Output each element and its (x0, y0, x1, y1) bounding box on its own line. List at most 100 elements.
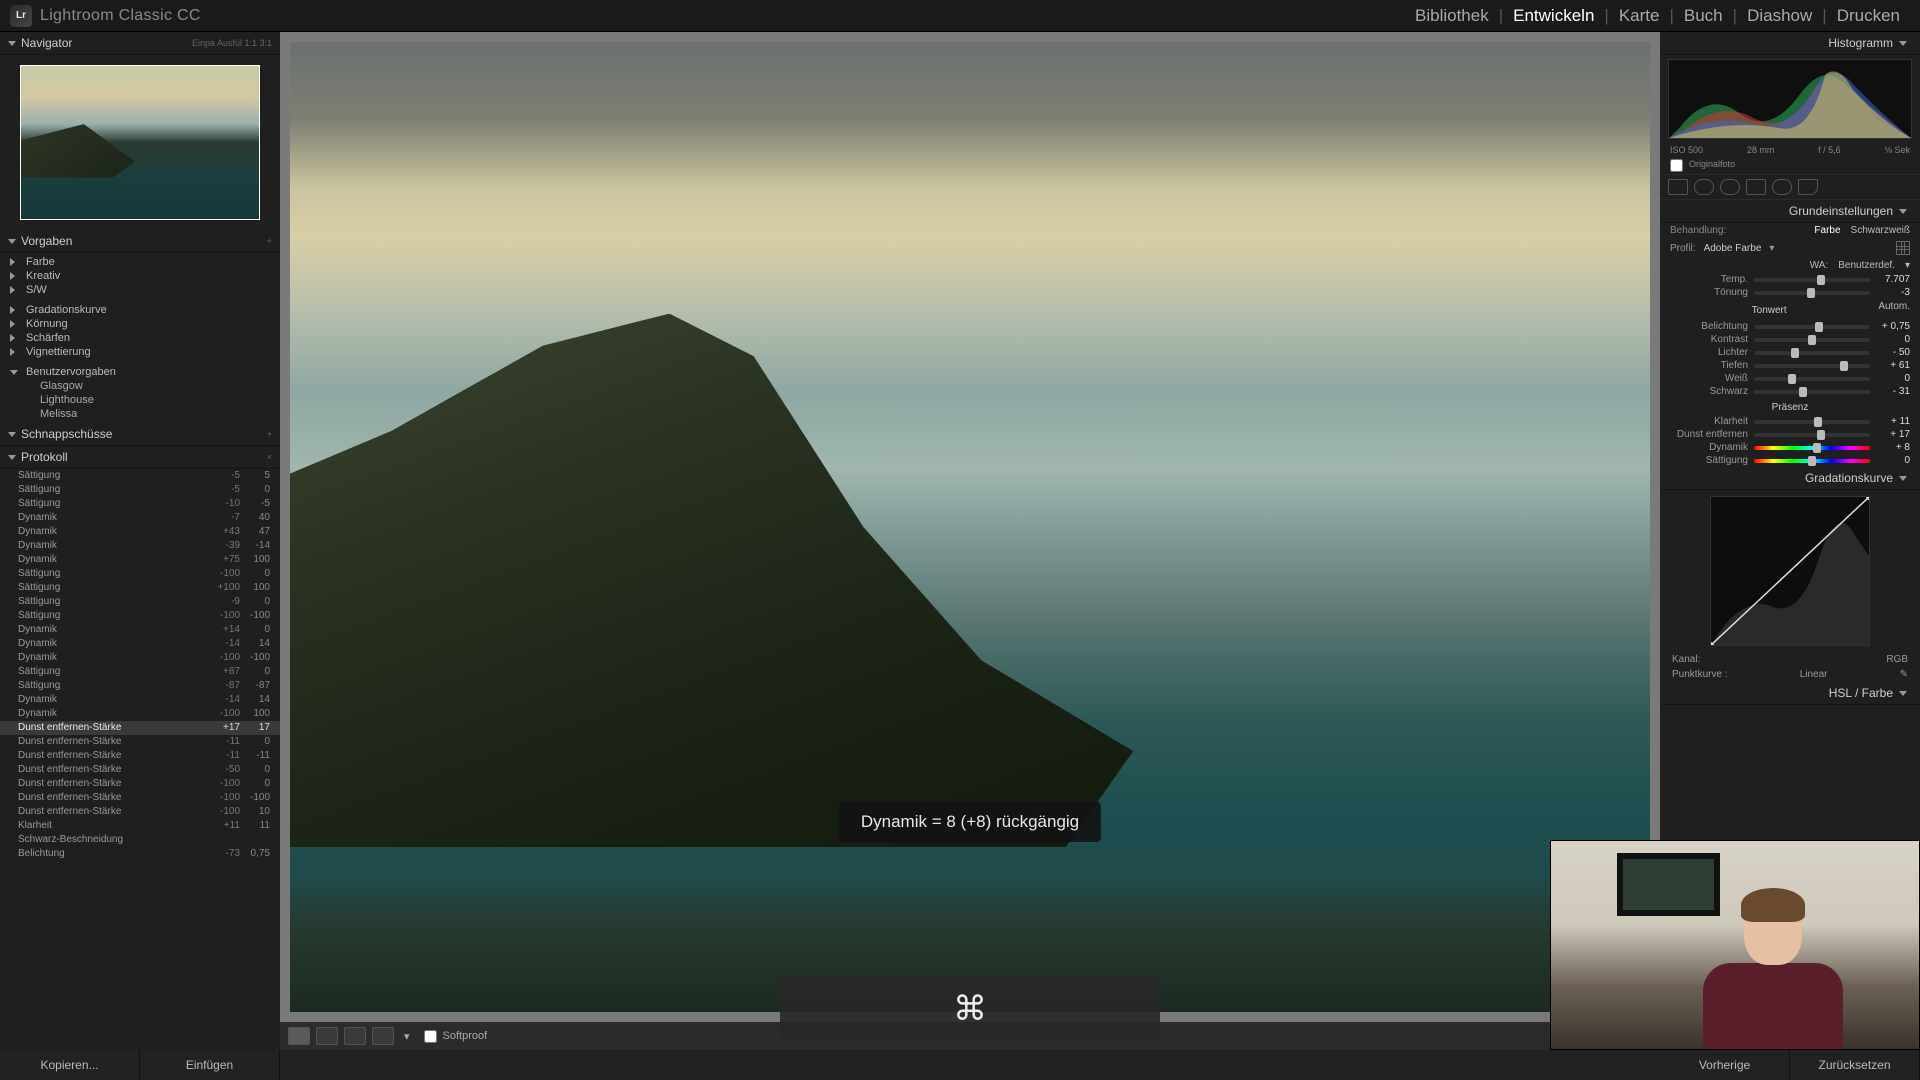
softproof-checkbox[interactable] (424, 1030, 437, 1043)
image-canvas[interactable]: Dynamik = 8 (+8) rückgängig (290, 42, 1650, 1012)
history-row[interactable]: Belichtung-730,75 (0, 847, 280, 861)
history-row[interactable]: Dynamik+4347 (0, 525, 280, 539)
grad-filter-tool[interactable] (1746, 179, 1766, 195)
history-row[interactable]: Dunst entfernen-Stärke-110 (0, 735, 280, 749)
basic-header[interactable]: Grundeinstellungen (1660, 200, 1920, 223)
profile-browser-icon[interactable] (1896, 241, 1910, 255)
history-row[interactable]: Dynamik+140 (0, 623, 280, 637)
preset-item[interactable]: Melissa (0, 407, 280, 421)
auto-tone-button[interactable]: Autom. (1878, 301, 1910, 318)
history-row[interactable]: Dunst entfernen-Stärke-100-100 (0, 791, 280, 805)
navigator-zoom-labels[interactable]: Einpa Ausfül 1:1 3:1 (192, 38, 272, 48)
curve-edit-icon[interactable]: ✎ (1900, 669, 1908, 680)
slider-dynamik[interactable]: Dynamik+ 8 (1660, 441, 1920, 454)
history-row[interactable]: Sättigung-87-87 (0, 679, 280, 693)
clear-history-icon[interactable]: × (267, 452, 272, 462)
history-row[interactable]: Sättigung-50 (0, 483, 280, 497)
history-row[interactable]: Sättigung-100-100 (0, 609, 280, 623)
slider-dunstentfernen[interactable]: Dunst entfernen+ 17 (1660, 428, 1920, 441)
module-drucken[interactable]: Drucken (1827, 6, 1910, 26)
history-row[interactable]: Dynamik-1414 (0, 637, 280, 651)
history-row[interactable]: Dunst entfernen-Stärke-11-11 (0, 749, 280, 763)
preset-group[interactable]: Körnung (0, 317, 280, 331)
history-row[interactable]: Dynamik+75100 (0, 553, 280, 567)
history-row[interactable]: Dunst entfernen-Stärke-10010 (0, 805, 280, 819)
profile-name[interactable]: Adobe Farbe (1704, 243, 1762, 254)
module-diashow[interactable]: Diashow (1737, 6, 1822, 26)
module-entwickeln[interactable]: Entwickeln (1503, 6, 1604, 26)
history-row[interactable]: Dunst entfernen-Stärke-1000 (0, 777, 280, 791)
slider-tnung[interactable]: Tönung-3 (1660, 286, 1920, 299)
preset-group[interactable]: Schärfen (0, 331, 280, 345)
wb-preset[interactable]: Benutzerdef. (1838, 260, 1895, 271)
loupe-view-button[interactable] (288, 1027, 310, 1045)
tone-curve-header[interactable]: Gradationskurve (1660, 467, 1920, 490)
module-bibliothek[interactable]: Bibliothek (1405, 6, 1499, 26)
preset-group[interactable]: Farbe (0, 255, 280, 269)
slider-kontrast[interactable]: Kontrast0 (1660, 333, 1920, 346)
history-row[interactable]: Dunst entfernen-Stärke-500 (0, 763, 280, 777)
history-row[interactable]: Dynamik-740 (0, 511, 280, 525)
history-row[interactable]: Dynamik-100-100 (0, 651, 280, 665)
curve-point[interactable]: Linear (1800, 669, 1828, 680)
history-row[interactable]: Sättigung-90 (0, 595, 280, 609)
history-row[interactable]: Dynamik-1414 (0, 693, 280, 707)
reset-button[interactable]: Zurücksetzen (1790, 1050, 1920, 1080)
histogram-header[interactable]: Histogramm (1660, 32, 1920, 55)
tone-curve[interactable] (1710, 496, 1870, 646)
brush-tool[interactable] (1798, 179, 1818, 195)
history-header[interactable]: Protokoll × (0, 446, 280, 469)
spot-tool[interactable] (1694, 179, 1714, 195)
add-snapshot-icon[interactable]: + (267, 429, 272, 439)
module-karte[interactable]: Karte (1609, 6, 1670, 26)
history-row[interactable]: Sättigung-10-5 (0, 497, 280, 511)
add-preset-icon[interactable]: + (267, 236, 272, 246)
crop-tool[interactable] (1668, 179, 1688, 195)
before-after-tb-button[interactable] (344, 1027, 366, 1045)
navigator-header[interactable]: Navigator Einpa Ausfül 1:1 3:1 (0, 32, 280, 55)
history-row[interactable]: Dynamik-39-14 (0, 539, 280, 553)
slider-temp[interactable]: Temp.7.707 (1660, 273, 1920, 286)
radial-filter-tool[interactable] (1772, 179, 1792, 195)
treatment-color[interactable]: Farbe (1814, 225, 1840, 236)
redeye-tool[interactable] (1720, 179, 1740, 195)
history-row[interactable]: Sättigung-1000 (0, 567, 280, 581)
preset-user-group[interactable]: Benutzervorgaben (0, 365, 280, 379)
slider-belichtung[interactable]: Belichtung+ 0,75 (1660, 320, 1920, 333)
paste-settings-button[interactable]: Einfügen (140, 1050, 280, 1080)
before-after-split-button[interactable] (372, 1027, 394, 1045)
preset-item[interactable]: Lighthouse (0, 393, 280, 407)
previous-button[interactable]: Vorherige (1660, 1050, 1790, 1080)
original-photo-checkbox[interactable] (1670, 159, 1683, 172)
before-after-lr-button[interactable] (316, 1027, 338, 1045)
navigator-thumbnail[interactable] (20, 65, 260, 220)
slider-tiefen[interactable]: Tiefen+ 61 (1660, 359, 1920, 372)
history-row[interactable]: Schwarz-Beschneidung (0, 833, 280, 847)
history-row[interactable]: Sättigung+100100 (0, 581, 280, 595)
slider-lichter[interactable]: Lichter- 50 (1660, 346, 1920, 359)
presets-header[interactable]: Vorgaben + (0, 230, 280, 253)
profile-dropdown-icon[interactable]: ▾ (1769, 243, 1774, 254)
preset-group[interactable]: Kreativ (0, 269, 280, 283)
treatment-bw[interactable]: Schwarzweiß (1851, 225, 1910, 236)
preset-item[interactable]: Glasgow (0, 379, 280, 393)
histogram[interactable] (1668, 59, 1912, 139)
preset-group[interactable]: S/W (0, 283, 280, 297)
module-buch[interactable]: Buch (1674, 6, 1733, 26)
preset-group[interactable]: Gradationskurve (0, 303, 280, 317)
wb-dropdown-icon[interactable]: ▾ (1905, 260, 1910, 271)
snapshots-header[interactable]: Schnappschüsse + (0, 423, 280, 446)
history-row[interactable]: Sättigung+870 (0, 665, 280, 679)
preset-group[interactable]: Vignettierung (0, 345, 280, 359)
slider-klarheit[interactable]: Klarheit+ 11 (1660, 415, 1920, 428)
slider-schwarz[interactable]: Schwarz- 31 (1660, 385, 1920, 398)
hsl-header[interactable]: HSL / Farbe (1660, 682, 1920, 705)
curve-channel[interactable]: RGB (1886, 654, 1908, 665)
history-row[interactable]: Sättigung-55 (0, 469, 280, 483)
history-row[interactable]: Dynamik-100100 (0, 707, 280, 721)
slider-wei[interactable]: Weiß0 (1660, 372, 1920, 385)
slider-sttigung[interactable]: Sättigung0 (1660, 454, 1920, 467)
copy-settings-button[interactable]: Kopieren... (0, 1050, 140, 1080)
history-row[interactable]: Dunst entfernen-Stärke+1717 (0, 721, 280, 735)
history-row[interactable]: Klarheit+1111 (0, 819, 280, 833)
